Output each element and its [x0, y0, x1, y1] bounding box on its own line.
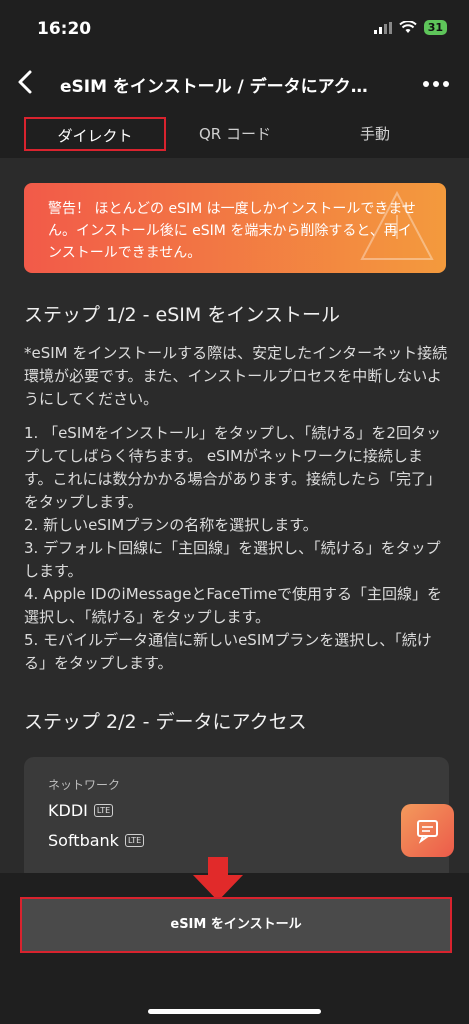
tab-manual[interactable]: 手動	[310, 110, 440, 158]
status-time: 16:20	[37, 19, 92, 39]
install-esim-button[interactable]: eSIM をインストール	[20, 897, 452, 953]
step2-heading: ステップ 2/2 - データにアクセス	[24, 711, 307, 733]
status-bar: 16:20 31	[0, 0, 469, 58]
network-name: KDDI	[48, 801, 88, 820]
more-options-icon[interactable]	[421, 74, 451, 94]
status-icons: 31	[373, 20, 447, 35]
tab-qr-code[interactable]: QR コード	[170, 110, 300, 158]
lte-badge: LTE	[124, 834, 145, 847]
network-item: KDDI LTE	[48, 801, 114, 820]
step1-instructions: 1. 「eSIMをインストール」をタップし、「続ける」を2回タップしてしばらく待…	[24, 424, 443, 672]
lte-badge: LTE	[93, 804, 114, 817]
network-item: Softbank LTE	[48, 831, 145, 850]
page-title: eSIM をインストール / データにアク…	[60, 77, 368, 97]
chat-icon	[417, 820, 438, 844]
network-label: ネットワーク	[48, 778, 121, 792]
down-arrow-icon	[193, 857, 243, 901]
back-arrow-icon[interactable]	[8, 64, 44, 100]
navigation-header: eSIM をインストール / データにアク…	[0, 58, 469, 110]
wifi-icon	[398, 21, 417, 33]
step1-heading: ステップ 1/2 - eSIM をインストール	[24, 304, 340, 326]
step1-note: *eSIM をインストールする際は、安定したインターネット接続環境が必要です。ま…	[24, 344, 448, 408]
warning-banner: 警告！ ほとんどの eSIM は一度しかインストールできません。インストール後に…	[24, 183, 446, 273]
chat-button[interactable]	[401, 804, 454, 857]
tab-bar: ダイレクト QR コード 手動	[0, 110, 469, 158]
network-name: Softbank	[48, 831, 119, 850]
tab-direct[interactable]: ダイレクト	[24, 117, 166, 151]
battery-icon: 31	[423, 20, 447, 35]
signal-icon	[373, 21, 392, 34]
home-indicator	[148, 1009, 321, 1014]
